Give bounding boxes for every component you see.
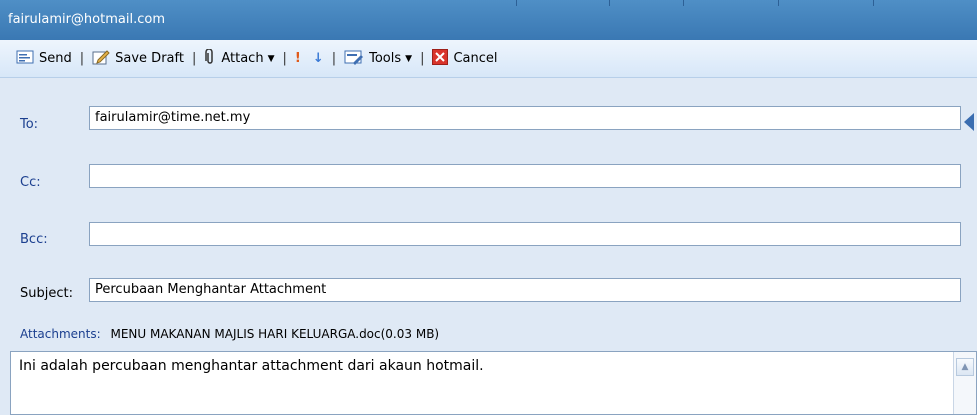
toolbar-separator: |	[79, 51, 85, 66]
attachments-row: Attachments: MENU MAKANAN MAJLIS HARI KE…	[20, 327, 439, 341]
bcc-label: Bcc:	[20, 232, 48, 247]
paperclip-icon	[204, 47, 216, 69]
toolbar-separator: |	[331, 51, 337, 66]
attach-label: Attach	[221, 51, 264, 66]
message-text: Ini adalah percubaan menghantar attachme…	[19, 358, 484, 374]
save-draft-label: Save Draft	[115, 51, 184, 66]
tools-button[interactable]: Tools ▼	[342, 49, 414, 69]
toolbar-separator: |	[282, 51, 287, 66]
send-icon	[16, 50, 34, 68]
tools-label: Tools	[369, 51, 402, 66]
titlebar-divider	[683, 0, 684, 6]
titlebar-divider	[873, 0, 874, 6]
titlebar-divider	[516, 0, 517, 6]
scroll-up-icon[interactable]: ▲	[956, 358, 974, 376]
to-label: To:	[20, 117, 39, 132]
tools-icon	[344, 49, 364, 69]
send-label: Send	[39, 51, 72, 66]
cc-label: Cc:	[20, 175, 41, 190]
message-scrollbar[interactable]: ▲	[953, 352, 976, 414]
cc-field[interactable]	[89, 164, 961, 188]
titlebar-divider	[609, 0, 610, 6]
window-title: fairulamir@hotmail.com	[8, 12, 165, 27]
subject-field[interactable]: Percubaan Menghantar Attachment	[89, 278, 961, 302]
attachment-file[interactable]: MENU MAKANAN MAJLIS HARI KELUARGA.doc(0.…	[110, 327, 439, 341]
toolbar-separator: |	[420, 51, 425, 66]
to-field[interactable]: fairulamir@time.net.my	[89, 106, 961, 130]
cancel-label: Cancel	[453, 51, 498, 66]
high-importance-icon: !	[294, 51, 301, 66]
high-importance-button[interactable]: !	[293, 51, 303, 66]
send-button[interactable]: Send	[14, 50, 74, 68]
chevron-down-icon: ▼	[405, 53, 413, 64]
subject-label: Subject:	[20, 286, 73, 301]
attachments-label: Attachments:	[20, 327, 101, 341]
cancel-icon	[432, 48, 449, 69]
cancel-button[interactable]: Cancel	[430, 48, 499, 69]
window-titlebar: fairulamir@hotmail.com	[0, 0, 977, 40]
message-body[interactable]: Ini adalah percubaan menghantar attachme…	[10, 351, 977, 415]
address-book-arrow-icon[interactable]	[964, 113, 974, 131]
bcc-field[interactable]	[89, 222, 961, 246]
attach-button[interactable]: Attach ▼	[202, 47, 276, 69]
save-draft-button[interactable]: Save Draft	[90, 49, 186, 69]
compose-toolbar: Send | Save Draft | Attach ▼ | ! ↓ | Too…	[0, 40, 977, 78]
chevron-down-icon: ▼	[267, 53, 275, 64]
low-importance-icon: ↓	[312, 51, 324, 66]
low-importance-button[interactable]: ↓	[311, 51, 326, 66]
titlebar-divider	[778, 0, 779, 6]
save-draft-icon	[92, 49, 110, 69]
compose-form: To: fairulamir@time.net.my Cc: Bcc: Subj…	[0, 78, 977, 415]
toolbar-separator: |	[191, 51, 197, 66]
